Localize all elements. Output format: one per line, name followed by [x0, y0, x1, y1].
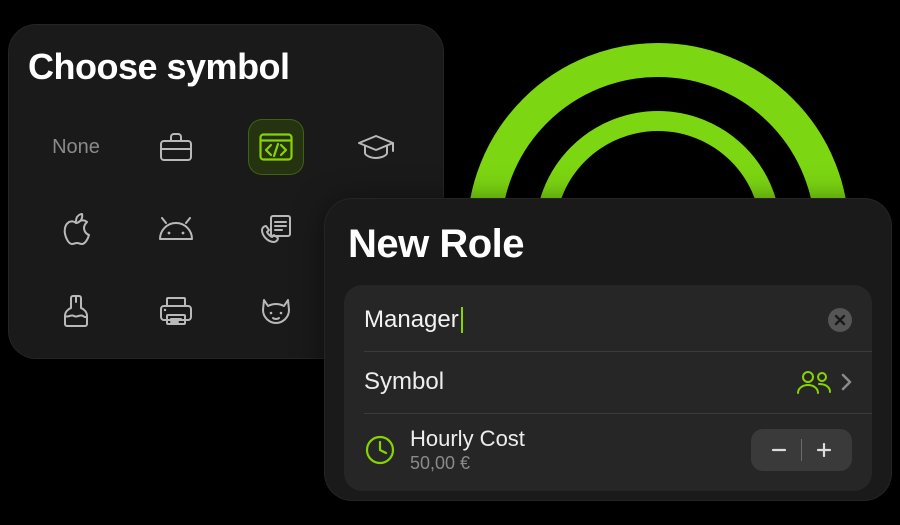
choose-symbol-title: Choose symbol: [28, 46, 424, 88]
symbol-apple[interactable]: [26, 188, 126, 270]
hourly-cost-row: Hourly Cost 50,00 €: [344, 413, 872, 487]
new-role-panel: New Role Manager Symbol: [324, 198, 892, 501]
symbol-brush[interactable]: [26, 270, 126, 352]
apple-icon: [62, 213, 90, 245]
graduation-cap-icon: [357, 134, 395, 160]
hourly-cost-value: 50,00 €: [410, 453, 525, 474]
plus-icon: [815, 441, 833, 459]
symbol-none[interactable]: None: [26, 106, 126, 188]
hourly-cost-label: Hourly Cost: [410, 426, 525, 452]
role-name-row[interactable]: Manager: [344, 289, 872, 351]
clock-icon: [364, 434, 396, 466]
phone-document-icon: [260, 214, 292, 244]
stepper-decrement[interactable]: [757, 429, 801, 471]
code-icon: [259, 133, 293, 161]
symbol-cat[interactable]: [226, 270, 326, 352]
symbol-graduation-cap[interactable]: [326, 106, 426, 188]
printer-icon: [159, 296, 193, 326]
minus-icon: [770, 441, 788, 459]
brush-icon: [63, 294, 89, 328]
clear-name-button[interactable]: [828, 308, 852, 332]
symbol-none-label: None: [52, 136, 100, 159]
symbol-code[interactable]: [226, 106, 326, 188]
close-icon: [834, 314, 846, 326]
symbol-android[interactable]: [126, 188, 226, 270]
symbol-briefcase[interactable]: [126, 106, 226, 188]
symbol-phone-document[interactable]: [226, 188, 326, 270]
cat-icon: [259, 296, 293, 326]
hourly-cost-stepper: [751, 429, 852, 471]
role-name-value: Manager: [364, 306, 459, 334]
symbol-row[interactable]: Symbol: [344, 351, 872, 413]
chevron-right-icon: [840, 372, 852, 392]
new-role-title: New Role: [348, 222, 868, 267]
people-icon: [796, 369, 832, 395]
symbol-row-label: Symbol: [364, 368, 444, 396]
role-name-input: Manager: [364, 306, 463, 334]
stepper-increment[interactable]: [802, 429, 846, 471]
role-card: Manager Symbol: [344, 285, 872, 491]
briefcase-icon: [159, 132, 193, 162]
symbol-printer[interactable]: [126, 270, 226, 352]
android-icon: [157, 217, 195, 241]
text-caret: [461, 307, 463, 333]
